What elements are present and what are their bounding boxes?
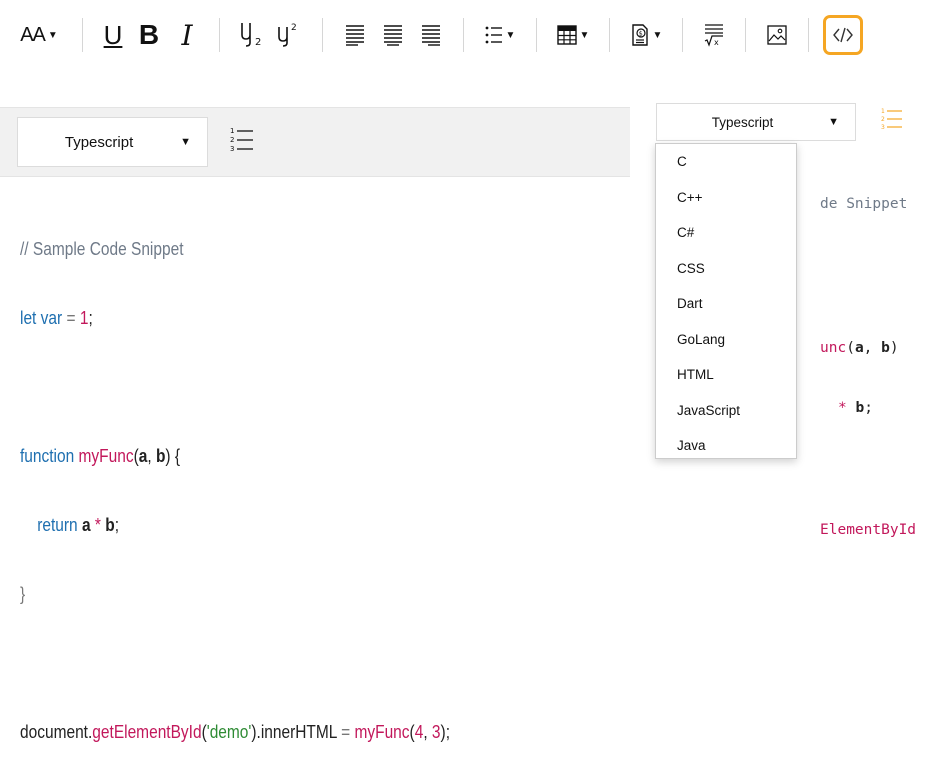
dropdown-option[interactable]: HTML	[656, 357, 796, 393]
italic-button[interactable]: I	[169, 13, 205, 57]
svg-text:2: 2	[230, 136, 234, 144]
code-block-button[interactable]	[823, 15, 863, 55]
toolbar-divider	[322, 18, 323, 52]
svg-text:2: 2	[881, 116, 885, 123]
chevron-down-icon: ▼	[180, 136, 191, 148]
subscript-icon: 2	[239, 19, 265, 52]
numbered-list-icon: 123	[881, 108, 902, 131]
chevron-down-icon: ▼	[652, 29, 663, 41]
code-line: }	[20, 584, 26, 604]
toolbar-divider	[609, 18, 610, 52]
dropdown-option[interactable]: C	[656, 144, 796, 180]
subscript-button[interactable]: 2	[234, 13, 270, 57]
dropdown-option[interactable]: CSS	[656, 251, 796, 287]
bold-icon: B	[138, 19, 160, 50]
line-numbers-toggle[interactable]: 123	[878, 102, 906, 136]
code-editor-content-right[interactable]: de Snippet unc(a, b) * b; ElementById	[820, 148, 916, 560]
code-line: ElementById	[820, 522, 917, 538]
code-line: let var = 1;	[20, 308, 93, 328]
insert-template-dropdown-button[interactable]: $ ▼	[624, 13, 668, 57]
code-line: * b;	[838, 400, 873, 416]
underline-icon: U	[103, 19, 123, 50]
align-left-button[interactable]	[337, 13, 373, 57]
list-dropdown-button[interactable]: ▼	[478, 13, 522, 57]
toolbar-divider	[82, 18, 83, 52]
font-size-button[interactable]: AA ▼	[10, 13, 68, 57]
code-line: // Sample Code Snippet	[20, 239, 184, 259]
language-dropdown-menu: C C++ C# CSS Dart GoLang HTML JavaScript Java	[655, 143, 797, 459]
code-line: de Snippet	[820, 196, 908, 212]
language-select-open[interactable]: Typescript ▼	[656, 103, 856, 141]
language-select-value: Typescript	[64, 133, 134, 151]
align-right-button[interactable]	[413, 13, 449, 57]
svg-text:1: 1	[881, 108, 885, 115]
table-icon	[556, 25, 577, 45]
formula-icon: x	[704, 24, 723, 47]
dropdown-option[interactable]: Java	[656, 428, 796, 458]
underline-button[interactable]: U	[97, 13, 129, 57]
toolbar-divider	[536, 18, 537, 52]
code-line: return a * b;	[37, 515, 120, 535]
toolbar-divider	[682, 18, 683, 52]
svg-text:1: 1	[230, 127, 234, 135]
svg-text:x: x	[714, 38, 719, 47]
code-line: unc(a, b)	[820, 340, 899, 356]
dropdown-option[interactable]: Dart	[656, 286, 796, 322]
insert-template-icon: $	[631, 24, 648, 46]
editor-toolbar: AA ▼ U B I 2 2 ▼ ▼ $ ▼ x	[0, 0, 932, 70]
line-numbers-toggle[interactable]: 123	[227, 120, 257, 160]
chevron-down-icon: ▼	[828, 116, 839, 128]
bold-button[interactable]: B	[129, 13, 169, 57]
table-dropdown-button[interactable]: ▼	[551, 13, 595, 57]
list-icon	[485, 26, 502, 44]
language-select[interactable]: Typescript ▼	[17, 117, 208, 167]
font-size-icon: AA	[20, 23, 46, 46]
toolbar-divider	[745, 18, 746, 52]
dropdown-option[interactable]: C++	[656, 180, 796, 216]
chevron-down-icon: ▼	[505, 29, 516, 41]
formula-button[interactable]: x	[697, 13, 731, 57]
align-center-icon	[384, 25, 402, 46]
superscript-icon: 2	[276, 19, 302, 52]
chevron-down-icon: ▼	[47, 29, 58, 41]
toolbar-divider	[463, 18, 464, 52]
svg-text:2: 2	[255, 37, 261, 47]
superscript-button[interactable]: 2	[270, 13, 308, 57]
dropdown-option[interactable]: C#	[656, 215, 796, 251]
align-center-button[interactable]	[373, 13, 413, 57]
svg-text:3: 3	[230, 145, 234, 153]
italic-icon: I	[181, 18, 193, 52]
language-select-value: Typescript	[711, 114, 774, 130]
align-left-icon	[346, 25, 364, 46]
dropdown-option[interactable]: GoLang	[656, 322, 796, 358]
svg-text:2: 2	[291, 23, 297, 33]
image-button[interactable]	[760, 13, 794, 57]
numbered-list-icon: 123	[230, 127, 253, 153]
toolbar-divider	[808, 18, 809, 52]
code-editor-content[interactable]: // Sample Code Snippet let var = 1; func…	[20, 192, 520, 767]
code-line: document.getElementById('demo').innerHTM…	[20, 722, 450, 742]
chevron-down-icon: ▼	[579, 29, 590, 41]
svg-text:3: 3	[881, 124, 885, 131]
toolbar-divider	[219, 18, 220, 52]
code-block-icon	[833, 27, 853, 43]
image-icon	[767, 25, 787, 45]
dropdown-option[interactable]: JavaScript	[656, 393, 796, 429]
align-right-icon	[422, 25, 440, 46]
svg-text:$: $	[638, 30, 642, 38]
